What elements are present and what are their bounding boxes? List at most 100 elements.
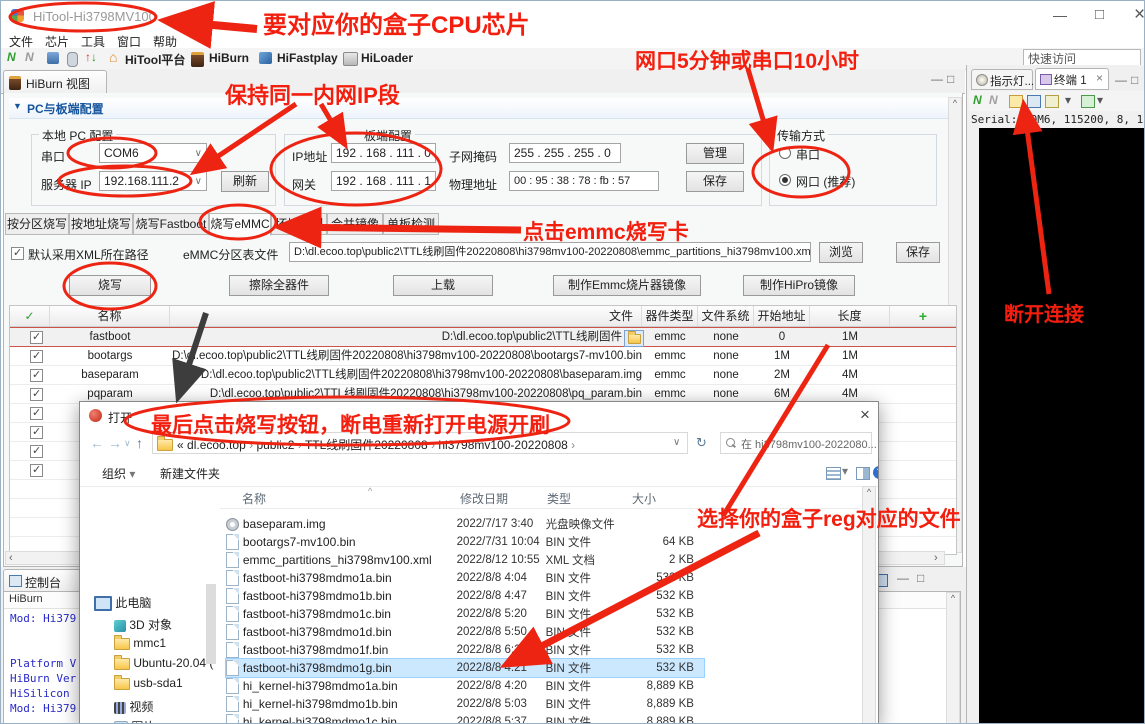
view-mode-dropdown-icon[interactable]: ▾ [842,464,848,478]
file-row[interactable]: baseparam.img2022/7/17 3:40光盘映像文件 [226,515,704,533]
terminal-settings-dropdown-icon[interactable]: ▾ [1065,93,1071,107]
new-terminal-dropdown-icon[interactable]: ▾ [1097,93,1103,107]
col-date[interactable]: 修改日期 [460,490,508,507]
upload-button[interactable]: 上载 [393,275,493,296]
make-hipro-image-button[interactable]: 制作HiPro镜像 [743,275,855,296]
header-length[interactable]: 长度 [810,306,890,326]
tab-bad-block[interactable]: 坏块检测 [271,213,327,235]
row-checkbox[interactable] [30,464,43,477]
row-checkbox[interactable] [30,369,43,382]
help-icon[interactable]: ? [873,466,879,479]
table-row[interactable]: bootargs D:\dl.ecoo.top\public2\TTL线刷固件2… [10,347,956,366]
browse-button[interactable]: 浏览 [819,242,863,263]
make-emmc-image-button[interactable]: 制作Emmc烧片器镜像 [553,275,701,296]
board-config-icon[interactable] [47,52,59,64]
sidebar-item-mmc1[interactable]: mmc1 [114,636,166,650]
tab-console[interactable]: 控制台 [3,569,83,591]
serial-connect-icon[interactable]: N [973,93,982,107]
sidebar-item-pictures[interactable]: 图片 [114,718,155,724]
transport-network-radio[interactable] [779,174,791,186]
breadcrumb-item[interactable]: hi3798mv100-20220808 [438,438,567,452]
sidebar-item-usb-sda1[interactable]: usb-sda1 [114,676,183,690]
serial-disconnect-icon[interactable]: N [989,93,998,107]
panel-maximize-icon[interactable]: □ [1131,73,1138,87]
manage-button[interactable]: 管理 [686,143,744,164]
console-minimize-icon[interactable]: — [897,571,909,585]
disconnect-icon[interactable]: N [25,50,34,64]
row-checkbox[interactable] [30,445,43,458]
refresh-button[interactable]: 刷新 [221,171,269,192]
maximize-button[interactable]: □ [1095,6,1104,23]
xml-checkbox-label[interactable]: 默认采用XML所在路径 [28,246,149,263]
gateway-input[interactable]: 192 . 168 . 111 . 1 [331,171,436,191]
console-maximize-icon[interactable]: □ [917,571,924,585]
board-save-button[interactable]: 保存 [686,171,744,192]
new-folder-button[interactable]: 新建文件夹 [160,465,220,482]
breadcrumb-item[interactable]: dl.ecoo.top [187,438,246,452]
terminal-screen[interactable] [979,128,1145,724]
hex-view-icon[interactable] [1009,95,1023,108]
scroll-right-icon[interactable]: › [934,552,938,564]
header-start[interactable]: 开始地址 [754,306,810,326]
burn-button[interactable]: 烧写 [69,275,151,296]
breadcrumb-item[interactable]: public2 [256,438,294,452]
new-terminal-icon[interactable] [1081,95,1095,108]
tab-board-check[interactable]: 单板检测 [383,213,439,235]
nav-forward-icon[interactable]: → [108,435,122,451]
header-check-icon[interactable]: ✓ [10,306,50,326]
sidebar-item-videos[interactable]: 视频 [114,698,153,715]
scroll-left-icon[interactable]: ‹ [9,552,13,564]
view-maximize-icon[interactable]: □ [947,72,954,86]
file-row[interactable]: bootargs7-mv100.bin2022/7/31 10:04BIN 文件… [226,533,704,551]
console-vscrollbar[interactable]: ^ [946,592,960,724]
sidebar-item-this-pc[interactable]: 此电脑 [94,594,151,611]
table-row[interactable]: baseparam D:\dl.ecoo.top\public2\TTL线刷固件… [10,366,956,385]
file-row[interactable]: fastboot-hi3798mdmo1c.bin2022/8/8 5:20BI… [226,605,704,623]
columns-icon[interactable] [1027,95,1041,108]
tab-burn-partition[interactable]: 按分区烧写 [5,213,69,235]
toolbar-item-hifastplay[interactable]: HiFastplay [277,51,338,65]
mac-input[interactable]: 00 : 95 : 38 : 78 : fb : 57 [509,171,659,191]
mouse-tool-icon[interactable] [67,52,78,67]
tab-burn-fastboot[interactable]: 烧写Fastboot [133,213,209,235]
server-ip-select[interactable]: 192.168.111.2 [99,171,207,191]
tab-burn-address[interactable]: 按地址烧写 [69,213,133,235]
add-row-icon[interactable]: + [890,306,956,326]
tab-burn-emmc[interactable]: 烧写eMMC [209,213,271,236]
preview-pane-icon[interactable] [856,467,870,480]
tab-indicator-lights[interactable]: 指示灯... [971,69,1033,90]
transport-network-label[interactable]: 网口 (推荐) [796,173,855,190]
header-device[interactable]: 器件类型 [642,306,698,326]
file-row[interactable]: hi_kernel-hi3798mdmo1b.bin2022/8/8 5:03B… [226,695,704,713]
view-minimize-icon[interactable]: — [931,72,943,86]
erase-button[interactable]: 擦除全器件 [229,275,329,296]
search-box[interactable]: 在 hi3798mv100-2022080... [720,432,872,454]
nav-history-caret-icon[interactable]: ∨ [124,438,131,449]
dialog-close-icon[interactable]: × [860,405,870,425]
toolbar-item-hitool[interactable]: HiTool平台 [125,51,185,68]
row-checkbox[interactable] [30,407,43,420]
toolbar-item-hiburn[interactable]: HiBurn [209,51,249,65]
file-row-selected[interactable]: fastboot-hi3798mdmo1g.bin2022/8/8 4:21BI… [226,659,704,677]
file-row[interactable]: hi_kernel-hi3798mdmo1a.bin2022/8/8 4:20B… [226,677,704,695]
lock-icon[interactable] [1045,95,1059,108]
section-pc-board-config[interactable]: ▼ PC与板端配置 [9,98,955,119]
refresh-icon[interactable]: ↻ [696,435,707,451]
table-row[interactable]: fastboot D:\dl.ecoo.top\public2\TTL线刷固件 … [10,327,956,347]
mask-input[interactable]: 255 . 255 . 255 . 0 [509,143,621,163]
sidebar-item-3d-objects[interactable]: 3D 对象 [114,616,172,633]
xml-save-button[interactable]: 保存 [896,242,940,263]
sidebar-scrollbar[interactable] [206,584,216,664]
minimize-button[interactable]: — [1053,7,1067,23]
terminal-tab-close-icon[interactable]: × [1096,71,1103,85]
transfer-arrows-icon[interactable]: ↑↓ [85,50,97,64]
nav-up-icon[interactable]: ↑ [136,435,143,451]
toolbar-item-hiloader[interactable]: HiLoader [361,51,413,65]
tab-hiburn-view[interactable]: HiBurn 视图 [3,70,107,93]
file-picker-button[interactable] [624,330,644,347]
col-name[interactable]: 名称 [242,490,266,507]
tab-terminal-1[interactable]: 终端 1 × [1035,68,1109,90]
row-checkbox[interactable] [30,426,43,439]
nav-back-icon[interactable]: ← [90,435,104,451]
file-row[interactable]: hi_kernel-hi3798mdmo1c.bin2022/8/8 5:37B… [226,713,704,724]
